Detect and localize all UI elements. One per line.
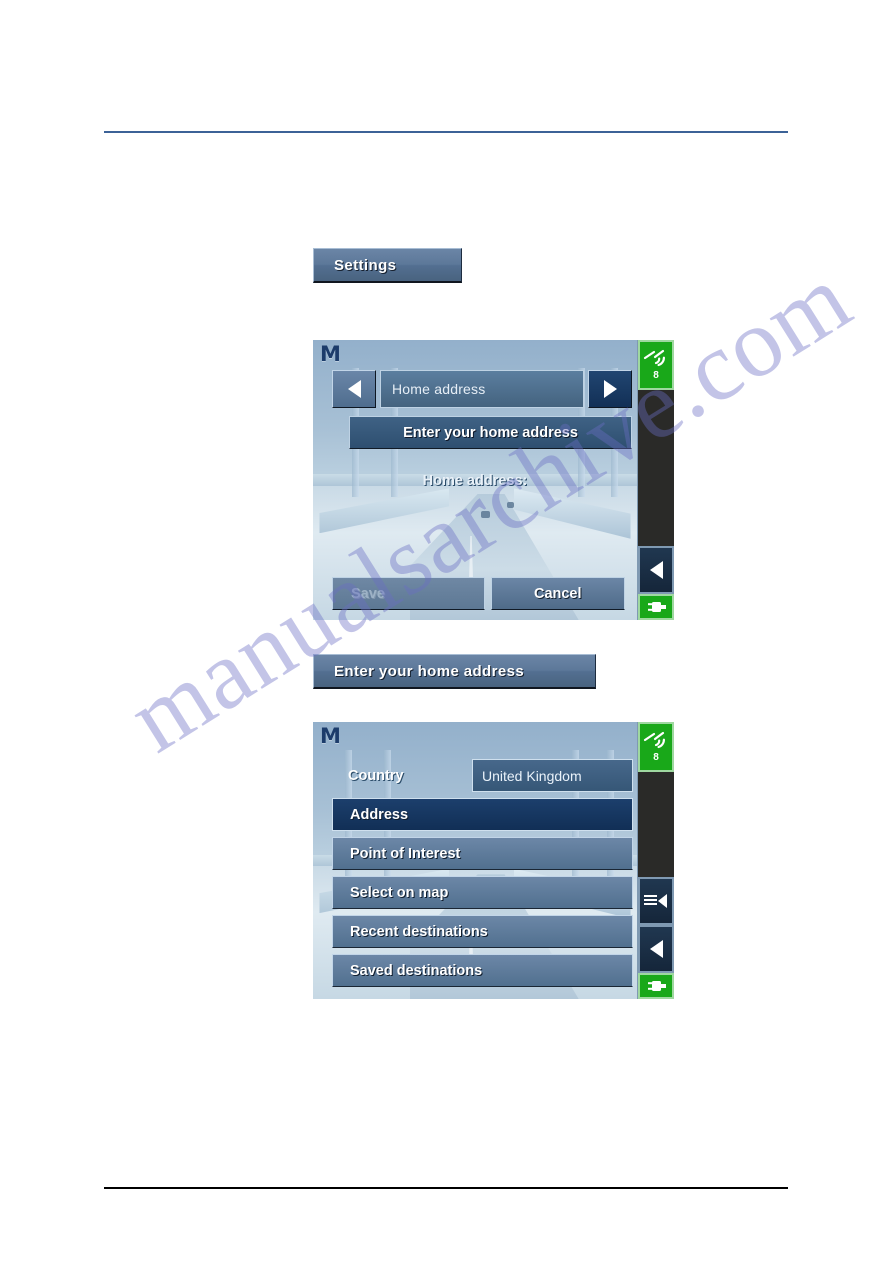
menu-item-recent-destinations[interactable]: Recent destinations <box>332 915 633 948</box>
menu-item-label: Recent destinations <box>350 923 488 940</box>
enter-home-address-button[interactable]: Enter your home address <box>349 416 632 449</box>
country-value-field[interactable]: United Kingdom <box>472 759 633 792</box>
power-plug-icon <box>648 981 666 991</box>
page-top-rule <box>104 131 788 133</box>
device-screenshot-destination-menu: M Country United Kingdom Address Point o… <box>313 722 674 999</box>
device-screenshot-home-address: M Home address Enter your home address H… <box>313 340 674 620</box>
home-address-field-label-text: Home address: <box>422 473 528 489</box>
page-title: Home address <box>380 370 584 408</box>
menu-item-point-of-interest[interactable]: Point of Interest <box>332 837 633 870</box>
page-navigator: Home address <box>332 370 632 408</box>
destination-menu-list: Address Point of Interest Select on map … <box>332 798 633 993</box>
page-bottom-rule <box>104 1187 788 1189</box>
list-menu-icon <box>644 894 667 908</box>
device-sidebar: 8 <box>637 340 674 620</box>
back-button[interactable] <box>638 546 674 594</box>
enter-home-address-doc-label: Enter your home address <box>334 662 525 680</box>
menu-item-select-on-map[interactable]: Select on map <box>332 876 633 909</box>
device-screen-area: M Country United Kingdom Address Point o… <box>313 722 637 999</box>
menu-item-label: Saved destinations <box>350 962 483 979</box>
menu-item-address[interactable]: Address <box>332 798 633 831</box>
settings-button[interactable]: Settings <box>313 248 462 283</box>
dialog-footer: Save Cancel <box>332 577 625 610</box>
country-selector-row: Country United Kingdom <box>332 759 633 792</box>
power-plug-icon <box>648 602 666 612</box>
enter-home-address-label: Enter your home address <box>403 424 578 441</box>
triangle-left-icon <box>347 380 361 398</box>
page-title-text: Home address <box>392 381 486 397</box>
satellite-icon <box>643 349 666 367</box>
sidebar-spacer <box>638 390 674 546</box>
triangle-left-icon <box>649 561 663 579</box>
menu-item-saved-destinations[interactable]: Saved destinations <box>332 954 633 987</box>
cancel-button[interactable]: Cancel <box>490 577 625 610</box>
power-status-indicator[interactable] <box>638 973 674 999</box>
triangle-left-icon <box>649 940 663 958</box>
country-label: Country <box>348 767 404 784</box>
sidebar-spacer <box>638 772 674 877</box>
device-logo: M <box>320 342 341 366</box>
cancel-button-label: Cancel <box>533 585 582 602</box>
back-button[interactable] <box>638 925 674 973</box>
menu-item-label: Point of Interest <box>350 845 461 862</box>
prev-page-button[interactable] <box>332 370 376 408</box>
gps-status-indicator[interactable]: 8 <box>638 340 674 390</box>
next-page-button[interactable] <box>588 370 632 408</box>
settings-button-label: Settings <box>334 256 397 274</box>
country-value-text: United Kingdom <box>482 767 582 784</box>
gps-status-indicator[interactable]: 8 <box>638 722 674 772</box>
menu-button[interactable] <box>638 877 674 925</box>
menu-item-label: Select on map <box>350 884 449 901</box>
gps-satellite-count: 8 <box>653 370 659 381</box>
save-button[interactable]: Save <box>332 577 485 610</box>
triangle-right-icon <box>603 380 617 398</box>
save-button-label: Save <box>351 585 385 602</box>
device-sidebar: 8 <box>637 722 674 999</box>
satellite-icon <box>643 731 666 749</box>
gps-satellite-count: 8 <box>653 752 659 763</box>
power-status-indicator[interactable] <box>638 594 674 620</box>
home-address-field-label: Home address: <box>313 473 637 489</box>
enter-home-address-doc-button[interactable]: Enter your home address <box>313 654 596 689</box>
device-screen-area: M Home address Enter your home address H… <box>313 340 637 620</box>
menu-item-label: Address <box>350 806 409 823</box>
device-logo: M <box>320 724 341 748</box>
